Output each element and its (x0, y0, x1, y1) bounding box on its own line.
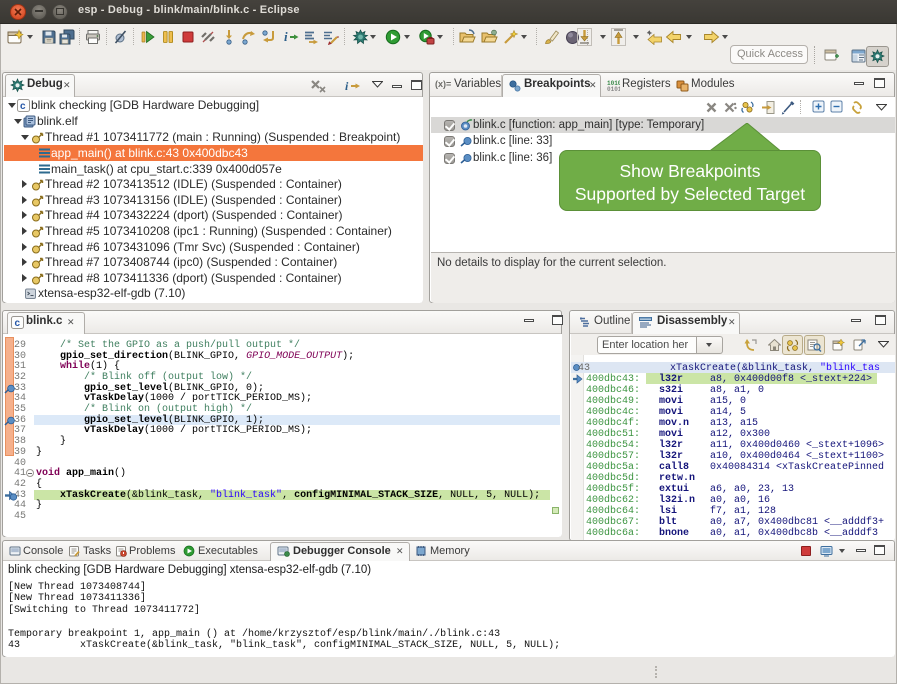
svg-text:0101: 0101 (607, 86, 620, 92)
svg-text:i: i (345, 79, 349, 93)
svg-text:c: c (15, 318, 21, 329)
svg-text:c: c (20, 101, 26, 112)
svg-text:i: i (284, 29, 288, 44)
